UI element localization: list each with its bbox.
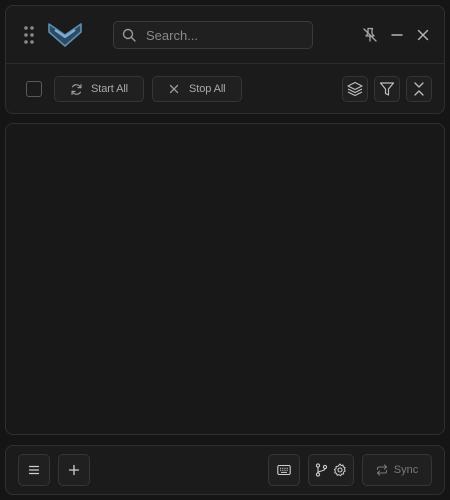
start-all-button[interactable]: Start All xyxy=(54,76,144,102)
sync-label: Sync xyxy=(393,464,419,476)
select-all-checkbox[interactable] xyxy=(26,81,42,97)
keyboard-icon xyxy=(277,464,291,476)
search-input[interactable] xyxy=(146,22,306,48)
footer-panel: Sync xyxy=(5,445,445,495)
collapse-button[interactable] xyxy=(406,76,432,102)
collapse-icon xyxy=(412,81,426,97)
minimize-icon[interactable] xyxy=(387,25,407,45)
unpin-icon[interactable] xyxy=(360,25,380,45)
git-settings-button[interactable] xyxy=(308,454,354,486)
drag-handle-icon[interactable] xyxy=(21,24,37,46)
sync-button[interactable]: Sync xyxy=(362,454,432,486)
menu-button[interactable] xyxy=(18,454,50,486)
plus-icon xyxy=(68,464,80,476)
x-icon xyxy=(167,82,181,96)
close-icon[interactable] xyxy=(413,25,433,45)
sync-icon xyxy=(376,464,388,476)
layers-button[interactable] xyxy=(342,76,368,102)
filter-button[interactable] xyxy=(374,76,400,102)
stop-all-label: Stop All xyxy=(189,83,226,95)
layers-icon xyxy=(347,81,363,97)
git-branch-icon xyxy=(315,463,328,477)
items-list-area xyxy=(5,123,445,435)
menu-icon xyxy=(28,464,40,476)
gear-icon xyxy=(333,463,347,477)
search-icon xyxy=(122,28,136,42)
chevron-logo-icon xyxy=(46,20,84,50)
add-button[interactable] xyxy=(58,454,90,486)
stop-all-button[interactable]: Stop All xyxy=(152,76,242,102)
header-panel: Start All Stop All xyxy=(5,5,445,114)
header-divider xyxy=(6,63,444,64)
filter-icon xyxy=(379,81,395,97)
refresh-icon xyxy=(69,82,83,96)
keyboard-button[interactable] xyxy=(268,454,300,486)
search-box xyxy=(113,21,313,49)
start-all-label: Start All xyxy=(91,83,129,95)
